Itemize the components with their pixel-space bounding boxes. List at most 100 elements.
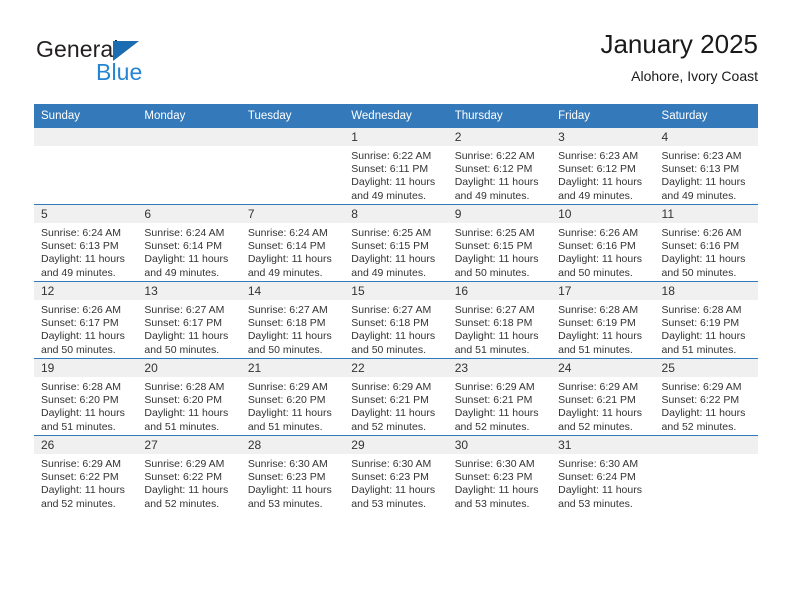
calendar-day-cell[interactable]: 4 Sunrise: 6:23 AM Sunset: 6:13 PM Daylight…	[654, 128, 758, 205]
general-blue-logo[interactable]: General Blue	[34, 36, 274, 92]
sunrise-text: Sunrise: 6:30 AM	[558, 458, 639, 470]
calendar-day-cell[interactable]: 9 Sunrise: 6:25 AM Sunset: 6:15 PM Daylight…	[447, 204, 552, 282]
sunrise-text: Sunrise: 6:27 AM	[351, 304, 432, 316]
calendar-day-cell[interactable]: 22 Sunrise: 6:29 AM Sunset: 6:21 PM Dayligh…	[344, 358, 448, 436]
sunset-text: Sunset: 6:14 PM	[144, 240, 223, 253]
calendar-day-cell[interactable]: 17 Sunrise: 6:28 AM Sunset: 6:19 PM Dayligh…	[551, 281, 655, 359]
calendar-day-cell[interactable]: 15 Sunrise: 6:27 AM Sunset: 6:18 PM Dayligh…	[344, 281, 448, 359]
day-number: 23	[447, 359, 552, 377]
calendar-day-cell[interactable]: 12 Sunrise: 6:26 AM Sunset: 6:17 PM Dayligh…	[34, 281, 138, 359]
sunset-text: Sunset: 6:16 PM	[661, 240, 740, 253]
day-details: Sunrise: 6:28 AM Sunset: 6:19 PM Daylight:…	[655, 300, 758, 357]
calendar-day-cell[interactable]: 14 Sunrise: 6:27 AM Sunset: 6:18 PM Dayligh…	[240, 281, 345, 359]
calendar-day-cell[interactable]: 8 Sunrise: 6:25 AM Sunset: 6:15 PM Daylight…	[344, 204, 448, 282]
day-number: 24	[551, 359, 655, 377]
calendar-day-cell[interactable]: 20 Sunrise: 6:28 AM Sunset: 6:20 PM Dayligh…	[137, 358, 241, 436]
sunrise-text: Sunrise: 6:30 AM	[247, 458, 328, 470]
calendar-day-cell[interactable]: 19 Sunrise: 6:28 AM Sunset: 6:20 PM Dayligh…	[34, 358, 138, 436]
day-number: 16	[447, 282, 552, 300]
sunrise-text: Sunrise: 6:27 AM	[454, 304, 535, 316]
sunset-text: Sunset: 6:15 PM	[351, 240, 429, 253]
calendar-day-cell[interactable]: 16 Sunrise: 6:27 AM Sunset: 6:18 PM Dayligh…	[447, 281, 552, 359]
sunrise-text: Sunrise: 6:30 AM	[351, 458, 432, 470]
day-details: Sunrise: 6:27 AM Sunset: 6:17 PM Daylight:…	[137, 300, 240, 357]
calendar-day-cell[interactable]: 23 Sunrise: 6:29 AM Sunset: 6:21 PM Dayligh…	[447, 358, 552, 436]
day-number: 21	[240, 359, 345, 377]
day-details: Sunrise: 6:29 AM Sunset: 6:21 PM Daylight:…	[344, 377, 447, 434]
calendar-day-cell[interactable]: 26 Sunrise: 6:29 AM Sunset: 6:22 PM Dayligh…	[34, 435, 138, 512]
calendar-cell-empty	[34, 128, 138, 205]
calendar-week-row: 5 Sunrise: 6:24 AM Sunset: 6:13 PM Daylight…	[34, 204, 758, 282]
sunset-text: Sunset: 6:20 PM	[247, 394, 326, 407]
sunset-text: Sunset: 6:12 PM	[558, 163, 636, 176]
sunrise-text: Sunrise: 6:29 AM	[351, 381, 432, 393]
calendar-day-cell[interactable]: 18 Sunrise: 6:28 AM Sunset: 6:19 PM Dayligh…	[654, 281, 758, 359]
day-number: 31	[551, 436, 655, 454]
calendar-day-cell[interactable]: 10 Sunrise: 6:26 AM Sunset: 6:16 PM Dayligh…	[551, 204, 655, 282]
sunrise-sunset-calendar: Sunday Monday Tuesday Wednesday Thursday Frid…	[34, 104, 758, 512]
calendar-day-cell[interactable]: 24 Sunrise: 6:29 AM Sunset: 6:21 PM Dayligh…	[551, 358, 655, 436]
sunrise-text: Sunrise: 6:22 AM	[454, 150, 535, 162]
day-details: Sunrise: 6:27 AM Sunset: 6:18 PM Daylight:…	[448, 300, 551, 357]
day-details: Sunrise: 6:29 AM Sunset: 6:21 PM Daylight:…	[448, 377, 551, 434]
calendar-day-cell[interactable]: 1 Sunrise: 6:22 AM Sunset: 6:11 PM Daylight…	[344, 128, 448, 205]
calendar-day-cell[interactable]: 3 Sunrise: 6:23 AM Sunset: 6:12 PM Daylight…	[551, 128, 655, 205]
day-number: 12	[34, 282, 138, 300]
day-details: Sunrise: 6:25 AM Sunset: 6:15 PM Daylight:…	[344, 223, 447, 280]
calendar-week-row: 26 Sunrise: 6:29 AM Sunset: 6:22 PM Dayligh…	[34, 435, 758, 512]
sunrise-text: Sunrise: 6:28 AM	[558, 304, 639, 316]
day-number: 5	[34, 205, 138, 223]
daylight-text: Daylight: 11 hours and 49 minutes.	[454, 176, 539, 202]
weekday-header-friday: Friday	[551, 104, 655, 128]
sunrise-text: Sunrise: 6:29 AM	[454, 381, 535, 393]
sunrise-text: Sunrise: 6:23 AM	[661, 150, 742, 162]
day-details: Sunrise: 6:23 AM Sunset: 6:13 PM Daylight:…	[655, 146, 758, 203]
calendar-day-cell[interactable]: 11 Sunrise: 6:26 AM Sunset: 6:16 PM Dayligh…	[654, 204, 758, 282]
sunset-text: Sunset: 6:14 PM	[247, 240, 326, 253]
sunrise-text: Sunrise: 6:29 AM	[144, 458, 225, 470]
sunset-text: Sunset: 6:18 PM	[351, 317, 429, 330]
calendar-day-cell[interactable]: 25 Sunrise: 6:29 AM Sunset: 6:22 PM Dayligh…	[654, 358, 758, 436]
sunset-text: Sunset: 6:20 PM	[144, 394, 223, 407]
sunrise-text: Sunrise: 6:25 AM	[351, 227, 432, 239]
calendar-day-cell[interactable]: 28 Sunrise: 6:30 AM Sunset: 6:23 PM Dayligh…	[240, 435, 345, 512]
daylight-text: Daylight: 11 hours and 52 minutes.	[558, 407, 642, 433]
calendar-day-cell[interactable]: 29 Sunrise: 6:30 AM Sunset: 6:23 PM Dayligh…	[344, 435, 448, 512]
day-number: 7	[240, 205, 345, 223]
calendar-day-cell[interactable]: 5 Sunrise: 6:24 AM Sunset: 6:13 PM Daylight…	[34, 204, 138, 282]
sunset-text: Sunset: 6:12 PM	[454, 163, 533, 176]
day-number: 10	[551, 205, 655, 223]
weekday-header-wednesday: Wednesday	[344, 104, 448, 128]
calendar-day-cell[interactable]: 27 Sunrise: 6:29 AM Sunset: 6:22 PM Dayligh…	[137, 435, 241, 512]
day-details: Sunrise: 6:24 AM Sunset: 6:14 PM Daylight:…	[241, 223, 344, 280]
day-number: 14	[240, 282, 345, 300]
daylight-text: Daylight: 11 hours and 49 minutes.	[351, 253, 436, 279]
calendar-day-cell[interactable]: 13 Sunrise: 6:27 AM Sunset: 6:17 PM Dayligh…	[137, 281, 241, 359]
calendar-day-cell[interactable]: 6 Sunrise: 6:24 AM Sunset: 6:14 PM Daylight…	[137, 204, 241, 282]
calendar-day-cell[interactable]: 2 Sunrise: 6:22 AM Sunset: 6:12 PM Daylight…	[447, 128, 552, 205]
sunset-text: Sunset: 6:18 PM	[247, 317, 326, 330]
calendar-day-cell[interactable]: 31 Sunrise: 6:30 AM Sunset: 6:24 PM Dayligh…	[551, 435, 655, 512]
daylight-text: Daylight: 11 hours and 53 minutes.	[558, 484, 642, 510]
sunrise-text: Sunrise: 6:29 AM	[558, 381, 639, 393]
day-details: Sunrise: 6:29 AM Sunset: 6:22 PM Daylight:…	[137, 454, 240, 511]
day-details: Sunrise: 6:25 AM Sunset: 6:15 PM Daylight:…	[448, 223, 551, 280]
calendar-day-cell[interactable]: 21 Sunrise: 6:29 AM Sunset: 6:20 PM Dayligh…	[240, 358, 345, 436]
daylight-text: Daylight: 11 hours and 51 minutes.	[41, 407, 125, 433]
sunset-text: Sunset: 6:16 PM	[558, 240, 636, 253]
sunrise-text: Sunrise: 6:28 AM	[661, 304, 742, 316]
sunrise-text: Sunrise: 6:29 AM	[661, 381, 742, 393]
calendar-day-cell[interactable]: 30 Sunrise: 6:30 AM Sunset: 6:23 PM Dayligh…	[447, 435, 552, 512]
daylight-text: Daylight: 11 hours and 49 minutes.	[144, 253, 229, 279]
weekday-header-tuesday: Tuesday	[240, 104, 345, 128]
daylight-text: Daylight: 11 hours and 50 minutes.	[247, 330, 332, 356]
calendar-week-row: 12 Sunrise: 6:26 AM Sunset: 6:17 PM Dayligh…	[34, 281, 758, 359]
sunrise-text: Sunrise: 6:26 AM	[661, 227, 742, 239]
day-number: 3	[551, 128, 655, 146]
calendar-day-cell[interactable]: 7 Sunrise: 6:24 AM Sunset: 6:14 PM Daylight…	[240, 204, 345, 282]
daylight-text: Daylight: 11 hours and 50 minutes.	[558, 253, 642, 279]
daylight-text: Daylight: 11 hours and 50 minutes.	[41, 330, 125, 356]
daylight-text: Daylight: 11 hours and 53 minutes.	[454, 484, 539, 510]
day-number: 30	[447, 436, 552, 454]
day-details: Sunrise: 6:27 AM Sunset: 6:18 PM Daylight:…	[344, 300, 447, 357]
